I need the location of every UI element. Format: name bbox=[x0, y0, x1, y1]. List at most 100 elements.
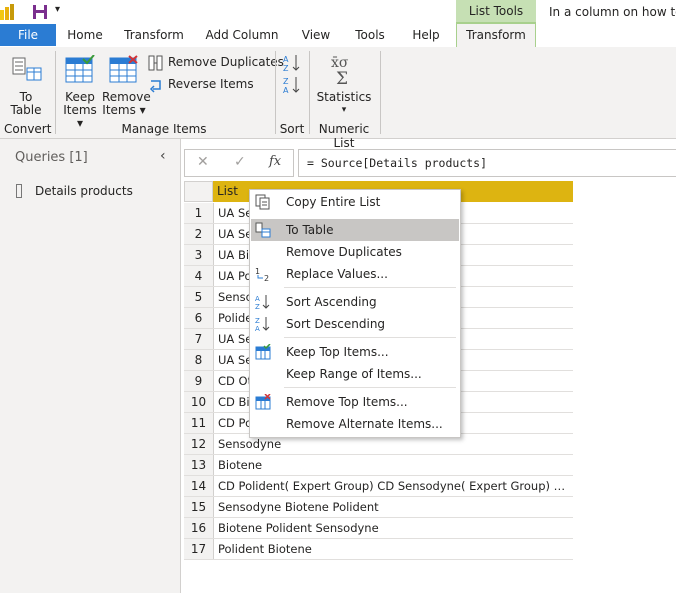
row-number[interactable]: 2 bbox=[184, 224, 214, 244]
row-number[interactable]: 5 bbox=[184, 287, 214, 307]
menu-item-sort-ascending[interactable]: AZ Sort Ascending bbox=[251, 291, 459, 313]
group-label-numeric-list: Numeric List bbox=[318, 122, 370, 150]
menu-item-label: Replace Values... bbox=[286, 267, 388, 281]
tab-file[interactable]: File bbox=[0, 24, 56, 46]
row-number[interactable]: 1 bbox=[184, 203, 214, 223]
row-number[interactable]: 11 bbox=[184, 413, 214, 433]
tab-view[interactable]: View bbox=[296, 24, 336, 46]
menu-item-replace-values[interactable]: 12 Replace Values... bbox=[251, 263, 459, 285]
collapse-pane-icon[interactable]: ‹ bbox=[160, 148, 166, 164]
group-label-sort: Sort bbox=[279, 122, 305, 136]
menu-item-keep-range[interactable]: Keep Range of Items... bbox=[251, 363, 459, 385]
copy-icon bbox=[255, 194, 271, 210]
to-table-icon bbox=[12, 57, 42, 86]
cancel-icon[interactable]: ✕ bbox=[197, 154, 209, 170]
row-number[interactable]: 12 bbox=[184, 434, 214, 454]
to-table-label-2: Table bbox=[10, 103, 42, 117]
remove-duplicates-icon bbox=[148, 55, 164, 74]
tab-help[interactable]: Help bbox=[404, 24, 448, 46]
svg-text:A: A bbox=[255, 295, 260, 303]
reverse-items-label: Reverse Items bbox=[168, 77, 254, 91]
menu-separator bbox=[284, 337, 456, 338]
svg-text:Z: Z bbox=[255, 303, 260, 310]
menu-separator bbox=[284, 287, 456, 288]
table-row[interactable]: 13 Biotene bbox=[184, 455, 573, 476]
table-cell[interactable]: Polident Biotene bbox=[218, 539, 570, 559]
ribbon-separator bbox=[380, 51, 381, 134]
app-logo-icon bbox=[0, 4, 14, 20]
menu-item-label: Copy Entire List bbox=[286, 195, 381, 209]
keep-items-label-2: Items ▾ bbox=[63, 103, 97, 130]
menu-item-label: Keep Range of Items... bbox=[286, 367, 422, 381]
menu-item-remove-alternate-items[interactable]: Remove Alternate Items... bbox=[251, 413, 459, 435]
row-number[interactable]: 8 bbox=[184, 350, 214, 370]
menu-item-to-table[interactable]: To Table bbox=[251, 219, 459, 241]
table-cell[interactable]: Biotene Polident Sensodyne bbox=[218, 518, 570, 538]
statistics-dropdown-icon: ▾ bbox=[341, 105, 347, 115]
menu-item-label: Keep Top Items... bbox=[286, 345, 389, 359]
row-number[interactable]: 9 bbox=[184, 371, 214, 391]
sort-descending-button[interactable]: ZA bbox=[283, 75, 303, 95]
to-table-icon bbox=[255, 222, 271, 238]
queries-title: Queries [1] bbox=[15, 150, 88, 165]
tab-transform[interactable]: Transform bbox=[120, 24, 188, 46]
menu-item-copy-entire-list[interactable]: Copy Entire List bbox=[251, 191, 459, 213]
svg-text:Z: Z bbox=[283, 77, 289, 86]
row-number[interactable]: 15 bbox=[184, 497, 214, 517]
column-header-label: List bbox=[217, 184, 238, 198]
row-number[interactable]: 13 bbox=[184, 455, 214, 475]
tab-list-transform[interactable]: Transform bbox=[456, 22, 536, 49]
tell-me-text[interactable]: In a column on how to f bbox=[549, 0, 676, 22]
table-cell[interactable]: CD Polident( Expert Group) CD Sensodyne(… bbox=[218, 476, 570, 496]
sort-ascending-icon: AZ bbox=[283, 55, 300, 73]
menu-item-label: Remove Duplicates bbox=[286, 245, 402, 259]
table-row[interactable]: 16 Biotene Polident Sensodyne bbox=[184, 518, 573, 539]
menu-separator bbox=[284, 387, 456, 388]
menu-item-sort-descending[interactable]: ZA Sort Descending bbox=[251, 313, 459, 335]
keep-items-button[interactable]: Keep Items ▾ bbox=[60, 51, 100, 130]
fx-icon[interactable]: fx bbox=[269, 154, 281, 169]
menu-item-remove-top-items[interactable]: Remove Top Items... bbox=[251, 391, 459, 413]
remove-duplicates-label: Remove Duplicates bbox=[168, 55, 284, 69]
quick-access-dropdown-icon[interactable]: ▾ bbox=[55, 4, 60, 15]
row-number[interactable]: 14 bbox=[184, 476, 214, 496]
commit-icon[interactable]: ✓ bbox=[234, 154, 246, 170]
remove-duplicates-button[interactable]: Remove Duplicates bbox=[148, 54, 284, 74]
table-cell[interactable]: Sensodyne Biotene Polident bbox=[218, 497, 570, 517]
save-icon[interactable] bbox=[32, 4, 48, 20]
row-number[interactable]: 7 bbox=[184, 329, 214, 349]
row-number[interactable]: 4 bbox=[184, 266, 214, 286]
keep-items-icon bbox=[65, 54, 95, 86]
row-number[interactable]: 10 bbox=[184, 392, 214, 412]
group-label-manage-items: Manage Items bbox=[121, 122, 207, 136]
svg-text:Σ: Σ bbox=[336, 69, 348, 87]
sort-ascending-button[interactable]: AZ bbox=[283, 53, 303, 73]
remove-items-button[interactable]: Remove Items ▾ bbox=[102, 51, 151, 117]
statistics-icon: x̄σ Σ bbox=[330, 53, 358, 90]
menu-item-keep-top-items[interactable]: Keep Top Items... bbox=[251, 341, 459, 363]
sort-descending-icon: ZA bbox=[255, 316, 271, 333]
group-label-convert: Convert bbox=[4, 122, 52, 136]
table-row[interactable]: 15 Sensodyne Biotene Polident bbox=[184, 497, 573, 518]
menu-item-remove-duplicates[interactable]: Remove Duplicates bbox=[251, 241, 459, 263]
reverse-items-icon bbox=[148, 77, 164, 96]
table-cell[interactable]: Biotene bbox=[218, 455, 570, 475]
table-row[interactable]: 14 CD Polident( Expert Group) CD Sensodyn… bbox=[184, 476, 573, 497]
svg-text:Z: Z bbox=[283, 64, 289, 73]
tab-add-column[interactable]: Add Column bbox=[200, 24, 284, 46]
tab-tools[interactable]: Tools bbox=[348, 24, 392, 46]
svg-text:Z: Z bbox=[255, 317, 260, 325]
tab-home[interactable]: Home bbox=[62, 24, 108, 46]
row-number[interactable]: 17 bbox=[184, 539, 214, 559]
to-table-button[interactable]: To Table bbox=[4, 51, 48, 117]
row-number[interactable]: 3 bbox=[184, 245, 214, 265]
table-row[interactable]: 17 Polident Biotene bbox=[184, 539, 573, 560]
query-item-details-products[interactable]: Details products bbox=[35, 184, 133, 198]
row-number[interactable]: 16 bbox=[184, 518, 214, 538]
svg-text:A: A bbox=[283, 86, 289, 95]
grid-corner[interactable] bbox=[184, 181, 213, 202]
menu-item-label: Remove Alternate Items... bbox=[286, 417, 443, 431]
reverse-items-button[interactable]: Reverse Items bbox=[148, 76, 254, 96]
row-number[interactable]: 6 bbox=[184, 308, 214, 328]
statistics-button[interactable]: x̄σ Σ Statistics ▾ bbox=[316, 51, 372, 117]
